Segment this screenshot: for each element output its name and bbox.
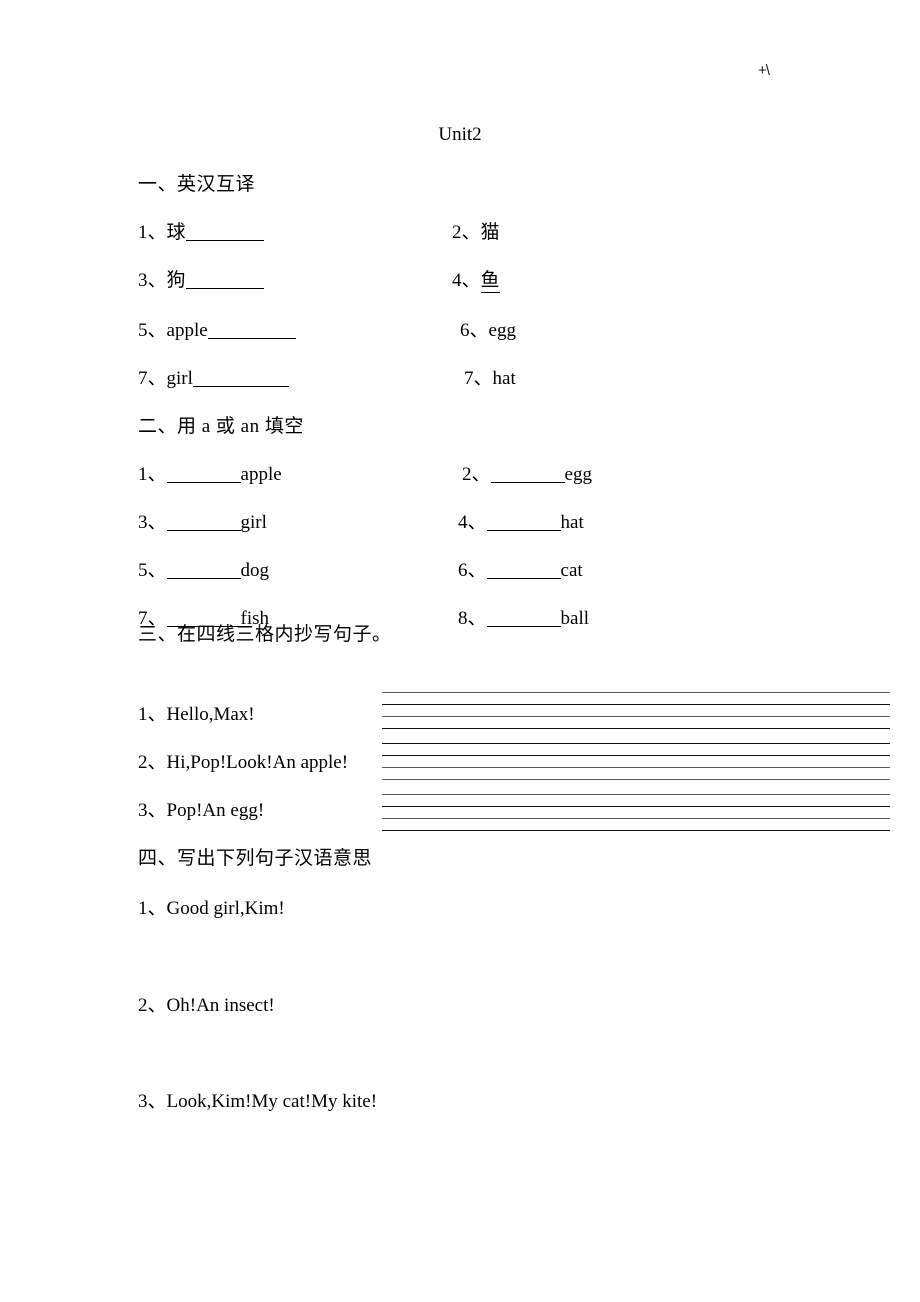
answer-blank[interactable]: [166, 578, 241, 579]
item-number: 6、: [458, 560, 487, 581]
item-word: 狗: [166, 270, 186, 291]
list-item: 3、狗: [138, 268, 264, 294]
answer-blank[interactable]: [192, 386, 289, 387]
guide-rule: [382, 692, 890, 693]
guide-rule: [382, 767, 890, 768]
section-heading-1: 一、英汉互译: [138, 174, 256, 195]
item-number: 1、: [138, 898, 167, 919]
item-number: 3、: [138, 512, 167, 533]
guide-rule: [382, 830, 890, 831]
page-title: Unit2: [438, 124, 482, 145]
item-number: 1、: [138, 222, 167, 243]
item-number: 2、: [452, 222, 481, 243]
answer-blank[interactable]: [486, 626, 561, 627]
list-item: 1、 apple: [138, 462, 282, 488]
item-number: 5、: [138, 320, 167, 341]
copy-sentence: 3、Pop!An egg!: [138, 798, 264, 824]
guide-rule: [382, 755, 890, 756]
sentence-text: Oh!An insect!: [166, 995, 275, 1016]
answer-blank[interactable]: [207, 338, 296, 339]
section-heading-3: 三、在四线三格内抄写句子。: [138, 624, 392, 645]
guide-rule: [382, 806, 890, 807]
item-number: 2、: [138, 752, 167, 773]
guide-rule: [382, 779, 890, 780]
list-item: 8、 ball: [458, 606, 589, 632]
translate-sentence: 1、Good girl,Kim!: [138, 896, 285, 922]
answer-blank[interactable]: [166, 530, 241, 531]
item-word: 球: [166, 222, 186, 243]
list-item: 6、egg: [460, 318, 516, 344]
item-word: girl: [240, 512, 267, 533]
worksheet-page: +\ Unit2 一、英汉互译 1、球 3、狗 5、apple 7、girl 2…: [0, 0, 920, 1302]
item-word: egg: [564, 464, 592, 485]
item-word: apple: [240, 464, 282, 485]
item-number: 5、: [138, 560, 167, 581]
corner-mark-artifact: +\: [758, 62, 770, 79]
item-number: 3、: [138, 270, 167, 291]
answer-blank[interactable]: [490, 482, 565, 483]
item-number: 2、: [138, 995, 167, 1016]
sentence-text: Good girl,Kim!: [166, 898, 285, 919]
item-number: 3、: [138, 1091, 167, 1112]
translate-sentence: 2、Oh!An insect!: [138, 993, 275, 1019]
guide-rule: [382, 728, 890, 729]
sentence-text: Hi,Pop!Look!An apple!: [166, 752, 349, 773]
item-word: ball: [560, 608, 590, 629]
copy-sentence: 1、Hello,Max!: [138, 702, 255, 728]
list-item: 6、 cat: [458, 558, 583, 584]
item-number: 6、: [460, 320, 489, 341]
answer-blank[interactable]: [185, 288, 264, 289]
item-number: 1、: [138, 704, 167, 725]
item-number: 8、: [458, 608, 487, 629]
list-item: 7、hat: [464, 366, 516, 392]
list-item: 4、鱼: [452, 268, 500, 294]
list-item: 5、 dog: [138, 558, 269, 584]
answer-blank[interactable]: [486, 530, 561, 531]
list-item: 3、 girl: [138, 510, 267, 536]
list-item: 7、girl: [138, 366, 289, 392]
guide-rule: [382, 818, 890, 819]
list-item: 2、 egg: [462, 462, 592, 488]
item-number: 4、: [452, 270, 481, 291]
section-heading-4: 四、写出下列句子汉语意思: [138, 848, 373, 869]
list-item: 4、 hat: [458, 510, 584, 536]
item-number: 2、: [462, 464, 491, 485]
item-word: 猫: [480, 222, 500, 243]
handwriting-guide-group[interactable]: [382, 743, 890, 781]
sentence-text: Look,Kim!My cat!My kite!: [166, 1091, 378, 1112]
item-number: 3、: [138, 800, 167, 821]
list-item: 1、球: [138, 220, 264, 246]
handwriting-guide-group[interactable]: [382, 692, 890, 730]
translate-sentence: 3、Look,Kim!My cat!My kite!: [138, 1089, 377, 1115]
handwriting-guide-group[interactable]: [382, 794, 890, 832]
sentence-text: Hello,Max!: [166, 704, 255, 725]
item-word: egg: [488, 320, 516, 341]
item-number: 4、: [458, 512, 487, 533]
copy-sentence: 2、Hi,Pop!Look!An apple!: [138, 750, 348, 776]
item-word: hat: [560, 512, 584, 533]
item-word: apple: [166, 320, 208, 341]
answer-blank[interactable]: [185, 240, 264, 241]
guide-rule: [382, 704, 890, 705]
section-heading-2: 二、用 a 或 an 填空: [138, 416, 304, 437]
list-item: 5、apple: [138, 318, 296, 344]
item-word: hat: [492, 368, 516, 389]
guide-rule: [382, 716, 890, 717]
answer-blank[interactable]: [486, 578, 561, 579]
item-word: girl: [166, 368, 193, 389]
guide-rule: [382, 743, 890, 744]
item-number: 7、: [464, 368, 493, 389]
item-word: cat: [560, 560, 583, 581]
item-number: 7、: [138, 368, 167, 389]
sentence-text: Pop!An egg!: [166, 800, 265, 821]
item-word: 鱼: [480, 270, 500, 293]
answer-blank[interactable]: [166, 482, 241, 483]
item-word: dog: [240, 560, 270, 581]
guide-rule: [382, 794, 890, 795]
item-number: 1、: [138, 464, 167, 485]
list-item: 2、猫: [452, 220, 500, 246]
